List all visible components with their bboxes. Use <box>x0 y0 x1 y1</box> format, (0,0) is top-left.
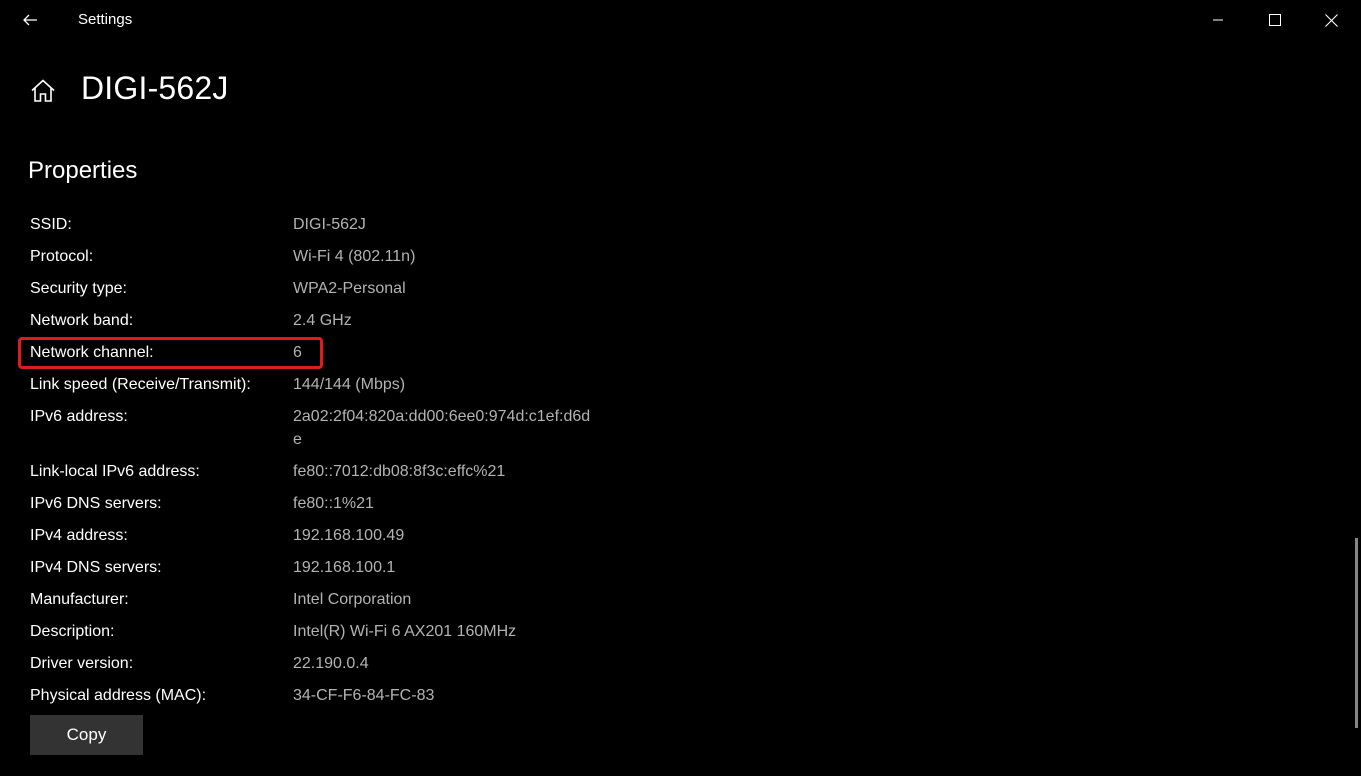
settings-window: Settings DIGI-562J Properties SSID: DIGI… <box>0 0 1361 776</box>
property-row-physical-address: Physical address (MAC): 34-CF-F6-84-FC-8… <box>30 684 593 716</box>
close-icon <box>1325 13 1338 27</box>
property-row-manufacturer: Manufacturer: Intel Corporation <box>30 588 593 620</box>
property-value: 6 <box>293 344 302 361</box>
property-row-driver-version: Driver version: 22.190.0.4 <box>30 652 593 684</box>
property-row-link-speed: Link speed (Receive/Transmit): 144/144 (… <box>30 373 593 405</box>
property-value: fe80::7012:db08:8f3c:effc%21 <box>293 463 506 480</box>
property-label: Link-local IPv6 address: <box>30 463 200 480</box>
property-value: Wi-Fi 4 (802.11n) <box>293 248 416 265</box>
property-value: 34-CF-F6-84-FC-83 <box>293 687 435 704</box>
properties-list: SSID: DIGI-562J Protocol: Wi-Fi 4 (802.1… <box>30 213 593 716</box>
property-value: 2a02:2f04:820a:dd00:6ee0:974d:c1ef:d6de <box>293 408 591 448</box>
home-button[interactable] <box>30 78 56 104</box>
property-label: Description: <box>30 623 115 640</box>
property-value: 192.168.100.49 <box>293 527 405 544</box>
highlight-annotation <box>18 337 323 369</box>
property-label: SSID: <box>30 216 72 233</box>
property-label: IPv4 DNS servers: <box>30 559 162 576</box>
page-title: DIGI-562J <box>81 70 229 106</box>
property-value: 192.168.100.1 <box>293 559 396 576</box>
property-row-ipv6-address: IPv6 address: 2a02:2f04:820a:dd00:6ee0:9… <box>30 405 593 460</box>
property-value: fe80::1%21 <box>293 495 374 512</box>
maximize-icon <box>1268 14 1281 26</box>
property-row-ipv6-dns: IPv6 DNS servers: fe80::1%21 <box>30 492 593 524</box>
property-value: Intel(R) Wi-Fi 6 AX201 160MHz <box>293 623 517 640</box>
property-label: Link speed (Receive/Transmit): <box>30 376 251 393</box>
minimize-button[interactable] <box>1189 0 1246 40</box>
property-label: Driver version: <box>30 655 134 672</box>
property-value: WPA2-Personal <box>293 280 406 297</box>
property-row-security-type: Security type: WPA2-Personal <box>30 277 593 309</box>
property-label: Manufacturer: <box>30 591 129 608</box>
property-row-protocol: Protocol: Wi-Fi 4 (802.11n) <box>30 245 593 277</box>
property-label: Security type: <box>30 280 127 297</box>
property-value: Intel Corporation <box>293 591 412 608</box>
property-label: IPv6 DNS servers: <box>30 495 162 512</box>
close-button[interactable] <box>1303 0 1360 40</box>
scrollbar[interactable] <box>1355 538 1358 728</box>
property-value: 2.4 GHz <box>293 312 352 329</box>
property-value: 22.190.0.4 <box>293 655 369 672</box>
property-label: IPv6 address: <box>30 408 128 425</box>
property-value: DIGI-562J <box>293 216 366 233</box>
section-title: Properties <box>28 157 138 184</box>
property-row-ipv4-dns: IPv4 DNS servers: 192.168.100.1 <box>30 556 593 588</box>
property-label: Protocol: <box>30 248 94 265</box>
app-title: Settings <box>78 11 133 28</box>
property-value: 144/144 (Mbps) <box>293 376 406 393</box>
property-row-ipv4-address: IPv4 address: 192.168.100.49 <box>30 524 593 556</box>
title-bar: Settings <box>0 0 1361 40</box>
copy-button[interactable]: Copy <box>30 715 143 755</box>
property-label: Physical address (MAC): <box>30 687 207 704</box>
back-arrow-icon <box>23 14 37 26</box>
maximize-button[interactable] <box>1246 0 1303 40</box>
property-label: IPv4 address: <box>30 527 128 544</box>
property-row-ssid: SSID: DIGI-562J <box>30 213 593 245</box>
minimize-icon <box>1212 19 1223 21</box>
back-button[interactable] <box>10 0 50 40</box>
property-row-link-local-ipv6: Link-local IPv6 address: fe80::7012:db08… <box>30 460 593 492</box>
home-icon <box>31 79 55 102</box>
property-row-description: Description: Intel(R) Wi-Fi 6 AX201 160M… <box>30 620 593 652</box>
